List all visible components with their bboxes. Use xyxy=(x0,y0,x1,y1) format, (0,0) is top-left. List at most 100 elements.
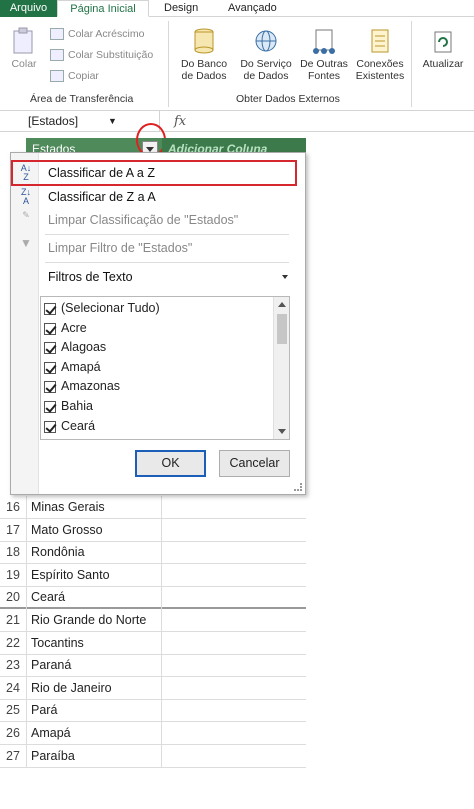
resize-grip-icon[interactable] xyxy=(294,483,302,491)
checklist-item-label: (Selecionar Tudo) xyxy=(61,301,160,315)
paste-label: Colar xyxy=(11,58,37,70)
table-cell[interactable]: Espírito Santo xyxy=(26,563,162,587)
tab-advanced[interactable]: Avançado xyxy=(222,0,283,17)
values-checklist[interactable]: (Selecionar Tudo) Acre Alagoas Amapá Amazona… xyxy=(40,296,290,440)
clear-filter-item[interactable]: Limpar Filtro de "Estados" xyxy=(48,237,192,259)
ribbon-separator xyxy=(168,21,169,107)
ok-button[interactable]: OK xyxy=(135,450,206,477)
existing-connections-button[interactable]: Conexões Existentes xyxy=(352,27,408,82)
checkbox[interactable] xyxy=(44,361,56,374)
row-number[interactable]: 20 xyxy=(0,586,26,609)
table-cell[interactable]: Mato Grosso xyxy=(26,518,162,542)
checklist-scrollbar[interactable] xyxy=(273,297,289,439)
table-row: 17 Mato Grosso xyxy=(0,518,306,542)
table-row: 16 Minas Gerais xyxy=(0,496,306,519)
table-row: 21 Rio Grande do Norte xyxy=(0,609,306,632)
external-data-group-label: Obter Dados Externos xyxy=(236,93,340,105)
checkbox[interactable] xyxy=(44,303,56,315)
row-number[interactable]: 18 xyxy=(0,541,26,564)
row-number[interactable]: 27 xyxy=(0,745,26,768)
table-row: 23 Paraná xyxy=(0,654,306,678)
from-database-button[interactable]: Do Banco de Dados xyxy=(174,27,234,82)
row-number[interactable]: 23 xyxy=(0,654,26,677)
checkbox[interactable] xyxy=(44,401,56,413)
row-number[interactable]: 19 xyxy=(0,564,26,587)
ribbon-separator-2 xyxy=(411,21,412,107)
ribbon: Colar Colar Acréscimo Colar Substituição… xyxy=(0,17,474,111)
tab-design[interactable]: Design xyxy=(158,0,204,17)
paste-append-icon xyxy=(50,28,64,41)
table-cell[interactable]: Rondônia xyxy=(26,541,162,565)
fx-icon[interactable]: fx xyxy=(174,111,186,132)
table-cell[interactable]: Rio de Janeiro xyxy=(26,676,162,700)
row-number[interactable]: 24 xyxy=(0,677,26,700)
row-number[interactable]: 25 xyxy=(0,699,26,722)
clipboard-group-label: Área de Transferência xyxy=(30,93,134,105)
name-box-dropdown-icon[interactable]: ▼ xyxy=(108,111,117,132)
checklist-item-label: Bahia xyxy=(61,399,93,413)
table-cell[interactable]: Ceará xyxy=(26,586,162,610)
checkbox[interactable] xyxy=(44,342,56,355)
table-cell[interactable]: Paraná xyxy=(26,654,162,678)
table-cell[interactable]: Paraíba xyxy=(26,744,162,768)
paste-append-label: Colar Acréscimo xyxy=(68,28,145,40)
scroll-down-icon[interactable] xyxy=(278,429,286,434)
refresh-label: Atualizar xyxy=(422,58,464,70)
paste-append-button[interactable]: Colar Acréscimo xyxy=(50,25,144,43)
from-service-button[interactable]: Do Serviço de Dados xyxy=(235,27,297,82)
database-icon xyxy=(191,27,217,55)
from-database-label-1: Do Banco xyxy=(180,58,228,70)
copy-button[interactable]: Copiar xyxy=(50,67,99,85)
clear-sort-item[interactable]: Limpar Classificação de "Estados" xyxy=(48,209,238,231)
table-cell[interactable]: Rio Grande do Norte xyxy=(26,609,162,632)
other-sources-button[interactable]: De Outras Fontes xyxy=(296,27,352,82)
other-sources-label-2: Fontes xyxy=(307,70,341,82)
sort-descending-item[interactable]: Classificar de Z a A xyxy=(48,186,156,208)
sort-descending-icon: Z↓ A xyxy=(21,187,31,206)
table-row: 18 Rondônia xyxy=(0,541,306,565)
from-service-label-2: de Dados xyxy=(243,70,289,82)
table-cell[interactable]: Minas Gerais xyxy=(26,496,162,519)
row-number[interactable]: 22 xyxy=(0,632,26,655)
table-row: 26 Amapá xyxy=(0,722,306,745)
checkbox[interactable] xyxy=(44,381,56,394)
table-cell[interactable]: Tocantins xyxy=(26,631,162,655)
refresh-button[interactable]: Atualizar xyxy=(416,27,470,70)
existing-connections-label-1: Conexões xyxy=(356,58,404,70)
sort-ascending-item[interactable]: Classificar de A a Z xyxy=(48,162,155,184)
checkbox[interactable] xyxy=(44,420,56,433)
row-number[interactable]: 17 xyxy=(0,519,26,542)
other-sources-label-1: De Outras xyxy=(300,58,348,70)
existing-connections-label-2: Existentes xyxy=(355,70,405,82)
table-row: 20 Ceará xyxy=(0,586,306,610)
scroll-up-icon[interactable] xyxy=(278,302,286,307)
paste-button[interactable]: Colar xyxy=(6,27,42,70)
formula-bar: [Estados] ▼ fx xyxy=(0,111,474,132)
tab-home[interactable]: Página Inicial xyxy=(57,0,149,17)
row-number[interactable]: 16 xyxy=(0,496,26,519)
checklist-item-label: Alagoas xyxy=(61,340,107,355)
row-number[interactable]: 21 xyxy=(0,609,26,632)
table-cell[interactable]: Amapá xyxy=(26,722,162,745)
clear-sort-icon: ✎ xyxy=(22,210,30,220)
ribbon-tabs: Arquivo Página Inicial Design Avançado xyxy=(0,0,474,17)
clipboard-icon xyxy=(11,27,37,55)
paste-replace-button[interactable]: Colar Substituição xyxy=(50,46,153,64)
sort-ascending-icon: A↓ Z xyxy=(20,163,32,182)
checklist-item-label: Amapá xyxy=(61,359,101,374)
cancel-button[interactable]: Cancelar xyxy=(219,450,290,477)
checkbox[interactable] xyxy=(44,322,56,335)
table-row: 19 Espírito Santo xyxy=(0,563,306,587)
scroll-thumb[interactable] xyxy=(277,314,287,344)
table-cell[interactable]: Pará xyxy=(26,699,162,723)
checklist-item-label: Distrito Federal xyxy=(61,436,146,439)
row-number[interactable]: 26 xyxy=(0,722,26,745)
text-filters-item[interactable]: Filtros de Texto xyxy=(48,266,133,288)
name-box-value: [Estados] xyxy=(28,114,79,128)
checklist-item-label: Acre xyxy=(61,320,87,335)
tab-file[interactable]: Arquivo xyxy=(0,0,57,17)
refresh-icon xyxy=(430,27,456,55)
name-box[interactable]: [Estados] xyxy=(0,111,160,132)
connections-icon xyxy=(367,27,393,55)
submenu-arrow-icon xyxy=(282,275,288,279)
